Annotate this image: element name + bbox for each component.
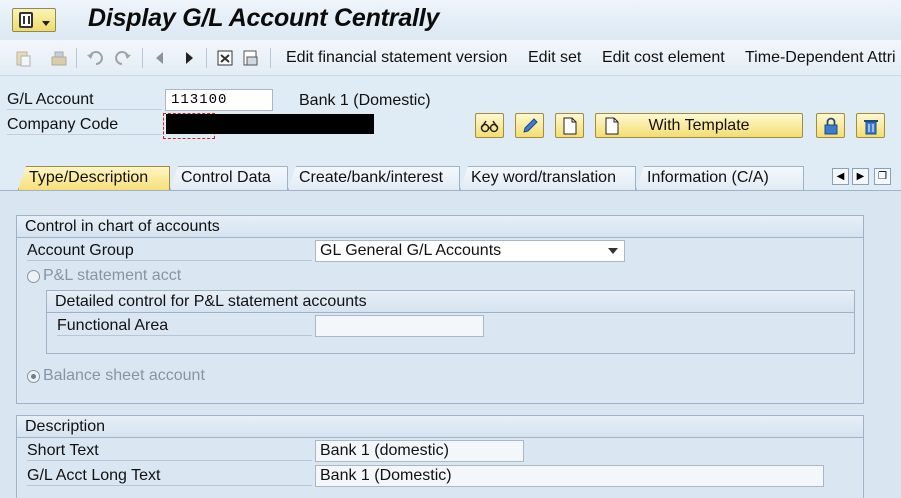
- tab-information-ca[interactable]: Information (C/A): [636, 166, 804, 190]
- long-text-label: G/L Acct Long Text: [27, 467, 312, 486]
- balance-sheet-radio[interactable]: Balance sheet account: [27, 367, 205, 385]
- switch-display-change-button[interactable]: [475, 113, 504, 138]
- previous-icon[interactable]: [151, 49, 169, 67]
- tab-strip: Type/Description Control Data Create/ban…: [0, 162, 901, 190]
- time-dependent-button[interactable]: Time-Dependent Attri: [745, 49, 896, 67]
- radio-icon: [27, 269, 40, 283]
- redo-icon[interactable]: [114, 49, 132, 67]
- pl-statement-radio[interactable]: P&L statement acct: [27, 267, 181, 285]
- trash-icon: [863, 119, 878, 134]
- short-text-input[interactable]: Bank 1 (domestic): [315, 440, 524, 462]
- title-bar: Display G/L Account Centrally: [0, 0, 901, 40]
- tab-scroll-left-button[interactable]: ◀: [832, 168, 849, 185]
- where-used-icon[interactable]: [216, 49, 234, 67]
- short-text-label: Short Text: [27, 442, 312, 461]
- tab-type-description[interactable]: Type/Description: [18, 166, 170, 190]
- application-toolbar: Edit financial statement version Edit se…: [0, 40, 901, 76]
- tab-list-button[interactable]: ❐: [874, 168, 891, 185]
- toolbar-separator: [206, 48, 207, 68]
- tab-control-data[interactable]: Control Data: [170, 166, 288, 190]
- glasses-icon: [480, 120, 498, 132]
- sap-menu-button[interactable]: [12, 8, 56, 32]
- functional-area-label: Functional Area: [57, 317, 312, 336]
- toolbar-separator: [270, 48, 271, 68]
- chevron-down-icon: [608, 248, 618, 254]
- tab-scroll-right-button[interactable]: ▶: [852, 168, 869, 185]
- company-code-label: Company Code: [7, 116, 162, 135]
- detailed-control-title: Detailed control for P&L statement accou…: [47, 291, 854, 313]
- description-group: Description Short Text Bank 1 (domestic)…: [16, 415, 864, 498]
- edit-cost-element-button[interactable]: Edit cost element: [602, 49, 725, 67]
- control-group-title: Control in chart of accounts: [17, 216, 863, 238]
- gl-account-description: Bank 1 (Domestic): [299, 92, 431, 109]
- create-button[interactable]: [555, 113, 584, 138]
- radio-selected-icon: [27, 369, 40, 383]
- toolbar-separator: [76, 48, 77, 68]
- with-template-label: With Template: [648, 116, 750, 134]
- control-group: Control in chart of accounts Account Gro…: [16, 215, 864, 404]
- new-document-icon: [563, 117, 576, 134]
- tab-keyword-translation[interactable]: Key word/translation: [460, 166, 636, 190]
- chevron-left-icon: ◀: [836, 171, 845, 182]
- pl-statement-label: P&L statement acct: [43, 267, 182, 284]
- redacted-company-code: [166, 114, 374, 134]
- print-icon[interactable]: [241, 49, 259, 67]
- chevron-right-icon: ▶: [856, 171, 865, 182]
- next-icon[interactable]: [180, 49, 198, 67]
- tab-list-icon: ❐: [878, 171, 887, 182]
- edit-fs-version-button[interactable]: Edit financial statement version: [286, 49, 507, 67]
- edit-set-button[interactable]: Edit set: [528, 49, 581, 67]
- long-text-input[interactable]: Bank 1 (Domestic): [315, 465, 824, 487]
- edit-button[interactable]: [515, 113, 544, 138]
- tab-content: Control in chart of accounts Account Gro…: [0, 190, 901, 498]
- block-button[interactable]: [816, 113, 845, 138]
- lock-icon: [824, 117, 837, 134]
- menu-icon: [19, 12, 33, 28]
- description-group-title: Description: [17, 416, 863, 438]
- undo-icon[interactable]: [86, 49, 104, 67]
- delete-button[interactable]: [856, 113, 885, 138]
- detailed-control-group: Detailed control for P&L statement accou…: [46, 290, 855, 354]
- paste-icon[interactable]: [14, 49, 32, 67]
- account-group-label: Account Group: [27, 242, 312, 261]
- pencil-icon: [522, 117, 538, 133]
- template-document-icon: [605, 117, 619, 135]
- account-group-value: GL General G/L Accounts: [320, 242, 502, 259]
- tab-create-bank-interest[interactable]: Create/bank/interest: [288, 166, 460, 190]
- gl-account-input[interactable]: 113100: [165, 89, 273, 111]
- with-template-button[interactable]: With Template: [595, 113, 803, 138]
- gl-account-label: G/L Account: [7, 91, 162, 110]
- account-group-dropdown[interactable]: GL General G/L Accounts: [315, 240, 625, 262]
- balance-sheet-label: Balance sheet account: [43, 367, 205, 384]
- functional-area-input[interactable]: [315, 315, 484, 337]
- toolbar-separator: [142, 48, 143, 68]
- page-title: Display G/L Account Centrally: [88, 4, 440, 32]
- transport-icon[interactable]: [50, 49, 68, 67]
- chevron-down-icon: [42, 21, 50, 26]
